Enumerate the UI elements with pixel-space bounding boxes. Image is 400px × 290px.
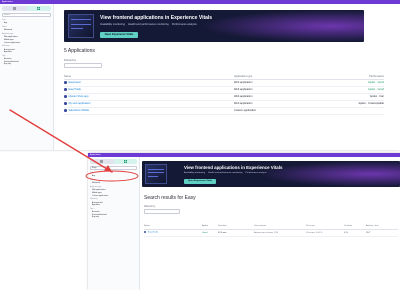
grid-icon (37, 7, 41, 10)
experience-vitals-banner: View frontend applications in Experience… (64, 10, 364, 42)
js-errors-value: JS errors 1.54 % (306, 229, 344, 237)
filter-item[interactable]: Custom applications (90, 195, 137, 198)
app-icon (64, 95, 67, 98)
grid-icon (123, 160, 127, 163)
filter-item[interactable]: Monitored (90, 182, 137, 185)
filter-group-monitoring: Monitoring Auto-injected Agentless (2, 46, 51, 54)
banner-title: View frontend applications in Experience… (184, 165, 283, 170)
filter-sidebar: Search Zone Any Status Monitored Applica… (0, 4, 54, 150)
table-filter-input[interactable] (144, 209, 180, 214)
app-performance: Apdex · Good (324, 86, 384, 94)
grid-view-toggle[interactable] (26, 6, 51, 11)
filter-group-status: Status Monitored (2, 27, 51, 32)
app-icon (64, 81, 67, 84)
search-input[interactable]: Easy (90, 166, 137, 170)
filter-group-zone: Zone Any (90, 173, 137, 178)
filter-group-application-type: Application type Web applications Mobile… (2, 34, 51, 44)
table-row[interactable]: EasyTrade Web application Apdex · Good (64, 86, 384, 94)
app-icon (144, 231, 147, 234)
app-type: Web application (234, 79, 324, 87)
filter-group-monitoring: Monitoring Auto-injected Agentless (90, 199, 137, 207)
table-row[interactable]: EasyTrade Good 52.6 min Actions per sess… (144, 229, 398, 237)
list-icon (12, 7, 16, 10)
grid-view-toggle[interactable] (113, 159, 137, 164)
banner-feature: Availability monitoring (184, 172, 206, 174)
app-performance (324, 107, 384, 115)
crashes-value: 0 % (344, 229, 366, 237)
app-type: Custom application (234, 107, 324, 115)
filter-label: Filtered by (144, 205, 156, 208)
table-row[interactable]: Hipster Shop app Web application Apdex ·… (64, 93, 384, 101)
filter-label: Filtered by (64, 59, 77, 62)
experience-vitals-banner: View frontend applications in Experience… (142, 161, 400, 187)
banner-feature: Health and performance monitoring (208, 172, 243, 174)
main-content: View frontend applications in Experience… (140, 157, 400, 290)
section-title: Search results for Easy (144, 195, 196, 201)
app-icon (64, 102, 67, 105)
actions-per-min-value: 15.7 (366, 229, 398, 237)
filter-item[interactable]: Buy only (90, 216, 137, 219)
apdex-value: Good (202, 229, 218, 237)
list-view-toggle[interactable] (2, 6, 27, 11)
banner-feature: Performance analysis (245, 172, 267, 174)
banner-preview-image (68, 14, 94, 38)
banner-title: View frontend applications in Experience… (100, 15, 213, 21)
open-experience-vitals-button[interactable]: Open Experience Vitals (184, 179, 216, 184)
filter-item[interactable]: Any (2, 22, 51, 25)
app-name-link[interactable]: My web application (69, 102, 91, 105)
banner-features: Availability monitoring Health and perfo… (184, 172, 269, 174)
table-row[interactable]: My web application Web application Apdex… (64, 100, 384, 108)
applications-table: Name Application type Performance Easytr… (64, 74, 384, 115)
list-view-toggle[interactable] (90, 159, 114, 164)
main-content: View frontend applications in Experience… (54, 4, 400, 150)
section-title: 5 Applications (64, 48, 95, 54)
filter-item[interactable]: Buy only (2, 63, 51, 66)
app-name-link[interactable]: EasyTrade (148, 232, 159, 234)
filter-item[interactable]: Monitored (2, 29, 51, 32)
app-type: Web application (234, 93, 324, 101)
app-name-link[interactable]: EasyTrade (69, 88, 81, 91)
table-row[interactable]: Easytravel Web application Apdex · Good (64, 79, 384, 87)
filter-item[interactable]: Agentless (90, 204, 137, 207)
table-filter-input[interactable] (64, 63, 102, 68)
applications-window-before-search: Applications Search Zone Any Status Moni… (0, 0, 400, 150)
banner-feature: Health and performance monitoring (128, 23, 169, 26)
search-input[interactable]: Search (2, 13, 51, 17)
filter-item[interactable]: Agentless (2, 51, 51, 54)
app-performance: Apdex · Unacceptable (324, 100, 384, 108)
open-experience-vitals-button[interactable]: Open Experience Vitals (100, 32, 138, 38)
banner-preview-image (145, 164, 167, 184)
app-type: Web application (234, 100, 324, 108)
applications-window-after-search: Applications Easy Zone Any Status Monito… (88, 153, 400, 290)
banner-feature: Availability monitoring (100, 23, 126, 26)
filter-group-zone: Zone Any (2, 20, 51, 25)
app-name-link[interactable]: Hipster Shop app (69, 95, 89, 98)
filter-group-tags: Tags Accounts Frontend-backend Buy only (2, 56, 51, 66)
filter-group-status: Status Monitored (90, 180, 137, 185)
app-name-link[interactable]: Salesforce Mobile (69, 109, 90, 112)
banner-features: Availability monitoring Health and perfo… (100, 23, 200, 26)
app-performance: Apdex · Fair (324, 93, 384, 101)
filter-group-tags: Tags Accounts Frontend-backend Buy only (90, 209, 137, 219)
list-icon (100, 160, 104, 163)
filter-item[interactable]: Custom applications (2, 42, 51, 45)
sessions-value: 52.6 min (218, 229, 254, 237)
filter-group-application-type: Application type Web applications Mobile… (90, 187, 137, 197)
view-toggle[interactable] (2, 6, 51, 11)
app-name-link[interactable]: Easytravel (69, 81, 81, 84)
user-actions-value: Actions per session 1.39 (254, 229, 306, 237)
app-type: Web application (234, 86, 324, 94)
app-performance: Apdex · Good (324, 79, 384, 87)
filter-item[interactable]: Any (90, 175, 137, 178)
banner-glow (199, 10, 364, 42)
app-icon (64, 88, 67, 91)
banner-feature: Performance analysis (171, 23, 197, 26)
table-row[interactable]: Salesforce Mobile Custom application (64, 107, 384, 115)
filter-sidebar: Easy Zone Any Status Monitored Applicati… (88, 157, 140, 290)
view-toggle[interactable] (90, 159, 137, 164)
app-icon (64, 109, 67, 112)
search-results-table: Name Apdex Sessions User actions JS erro… (144, 224, 398, 237)
